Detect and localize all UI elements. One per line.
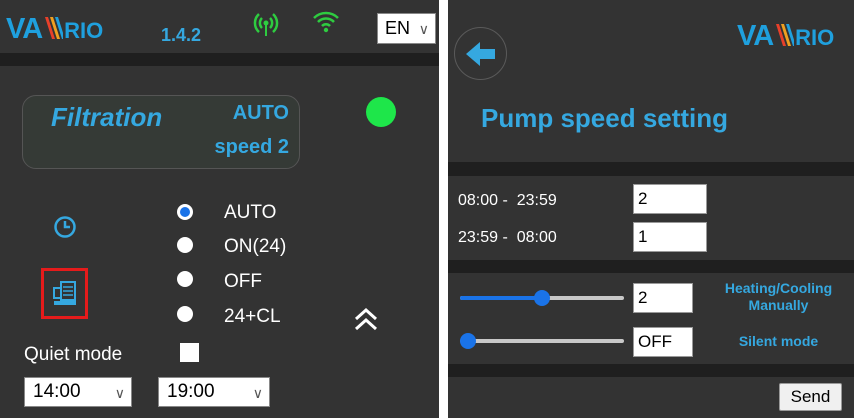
radio-off[interactable]: [177, 271, 193, 287]
antenna-icon: [253, 13, 279, 36]
vario-logo: VA RIO: [6, 13, 104, 45]
filtration-mode: AUTO: [232, 102, 289, 124]
radio-on24[interactable]: [177, 237, 193, 253]
send-button[interactable]: Send: [779, 383, 842, 411]
slider-fill: [460, 296, 542, 300]
language-value: EN: [385, 18, 411, 38]
pump-button[interactable]: [41, 268, 88, 319]
schedule-speed-2-input[interactable]: 1: [633, 222, 707, 252]
chevron-down-icon: ∨: [418, 21, 429, 37]
radio-label-24cl: 24+CL: [224, 306, 281, 327]
time-from-select[interactable]: 14:00 ∨: [24, 377, 132, 407]
version-label: 1.4.2: [161, 25, 202, 45]
radio-label-auto: AUTO: [224, 202, 277, 223]
back-button[interactable]: [454, 27, 507, 80]
schedule-range-1: 08:00 - 23:59: [458, 192, 557, 209]
panel-separator: [439, 0, 448, 418]
page-title: Pump speed setting: [481, 103, 729, 133]
time-to-value: 19:00: [167, 381, 215, 402]
radio-label-off: OFF: [224, 271, 262, 292]
logo-bars-icon: [776, 24, 795, 46]
heating-cooling-slider[interactable]: [460, 290, 624, 306]
quiet-mode-label: Quiet mode: [24, 344, 123, 365]
wifi-icon: [313, 11, 339, 33]
filtration-title: Filtration: [51, 102, 163, 132]
pump-speed-panel: VA RIO Pump speed setting 08:00 - 23:59 2…: [448, 0, 854, 418]
divider: [448, 364, 854, 377]
heating-cooling-label-line1: Heating/Cooling: [724, 280, 833, 296]
status-indicator: [366, 97, 396, 127]
time-from-value: 14:00: [33, 381, 81, 402]
vario-logo: VA RIO: [737, 20, 835, 52]
arrow-left-icon: [466, 42, 495, 66]
radio-label-on24: ON(24): [224, 236, 287, 257]
radio-24cl[interactable]: [177, 306, 193, 322]
silent-mode-label: Silent mode: [738, 333, 819, 349]
language-select[interactable]: EN ∨: [377, 13, 436, 44]
chevron-down-icon: ∨: [252, 385, 263, 401]
logo-bars-icon: [45, 17, 64, 39]
schedule-speed-1-input[interactable]: 2: [633, 184, 707, 214]
time-to-select[interactable]: 19:00 ∨: [158, 377, 270, 407]
clock-icon[interactable]: [53, 215, 77, 239]
main-control-panel: VA RIO 1.4.2 EN ∨ Filtration AUTO speed 2: [0, 0, 439, 418]
schedule-range-2: 23:59 - 08:00: [458, 229, 557, 246]
filtration-status-box: Filtration AUTO speed 2: [22, 95, 300, 169]
silent-mode-value-input[interactable]: OFF: [633, 327, 693, 357]
divider: [448, 162, 854, 176]
pump-icon: [53, 281, 76, 305]
heating-cooling-value-input[interactable]: 2: [633, 283, 693, 313]
filtration-speed: speed 2: [214, 136, 289, 158]
quiet-mode-checkbox[interactable]: [180, 343, 199, 362]
chevron-down-icon: ∨: [114, 385, 125, 401]
slider-thumb[interactable]: [534, 290, 550, 306]
slider-thumb[interactable]: [460, 333, 476, 349]
silent-mode-slider[interactable]: [460, 333, 624, 349]
double-chevron-up-icon[interactable]: [352, 305, 380, 333]
divider: [0, 53, 439, 66]
divider: [448, 260, 854, 273]
heating-cooling-label: Heating/Cooling Manually: [703, 280, 854, 314]
radio-auto[interactable]: [177, 204, 193, 220]
heating-cooling-label-line2: Manually: [748, 297, 809, 313]
